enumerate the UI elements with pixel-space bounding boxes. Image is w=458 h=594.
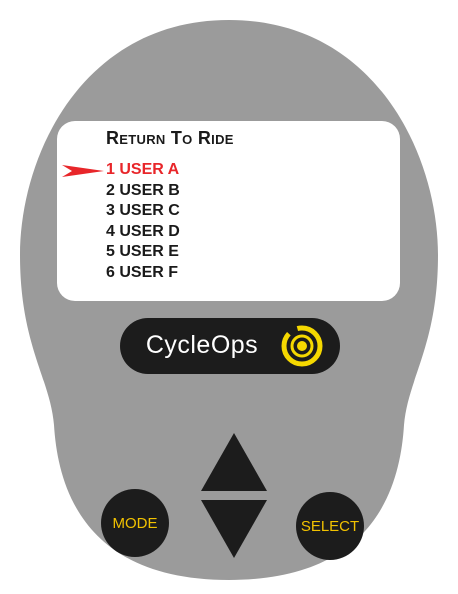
up-arrow-button[interactable]	[201, 433, 267, 491]
menu-item-user-d[interactable]: 4 USER D	[106, 222, 180, 243]
mode-button[interactable]: MODE	[101, 489, 169, 557]
menu-item-user-a[interactable]: 1 USER A	[106, 160, 180, 181]
user-menu: 1 USER A 2 USER B 3 USER C 4 USER D 5 US…	[106, 160, 180, 284]
menu-item-user-c[interactable]: 3 USER C	[106, 201, 180, 222]
menu-item-user-b[interactable]: 2 USER B	[106, 181, 180, 202]
screen-title: Return To Ride	[106, 128, 234, 148]
down-arrow-button[interactable]	[201, 500, 267, 558]
selection-arrow-icon	[62, 165, 104, 177]
menu-item-user-e[interactable]: 5 USER E	[106, 242, 180, 263]
select-button[interactable]: SELECT	[296, 492, 364, 560]
triangle-down-icon	[201, 500, 267, 558]
cycleops-swirl-icon	[281, 325, 323, 367]
triangle-up-icon	[201, 433, 267, 491]
menu-item-user-f[interactable]: 6 USER F	[106, 263, 180, 284]
logo-text: CycleOps	[145, 331, 259, 359]
